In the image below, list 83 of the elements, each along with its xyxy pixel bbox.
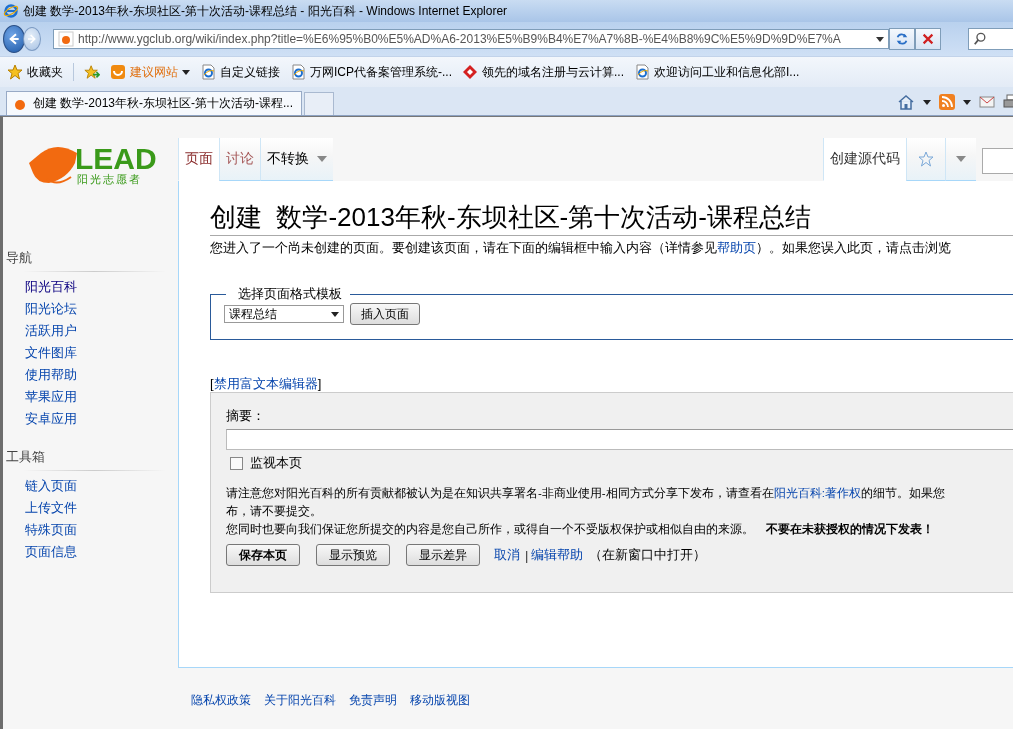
star-icon xyxy=(917,151,935,167)
sidebar-link[interactable]: 使用帮助 xyxy=(3,364,178,386)
caret-icon xyxy=(956,156,966,162)
edit-help-link[interactable]: 编辑帮助 xyxy=(531,546,584,564)
address-field[interactable]: http://www.ygclub.org/wiki/index.php?title=%E6%95%B0%E5%AD%A6-2013%E5%B9%B4%E7%A7%8B-%E4%B8%9C%E5%9D%9D%E7%A xyxy=(53,29,889,49)
search-icon xyxy=(973,32,987,46)
close-icon xyxy=(921,32,935,46)
stop-button[interactable] xyxy=(915,28,941,50)
form-button[interactable]: 保存本页 xyxy=(226,544,300,566)
diamond-icon xyxy=(462,64,478,80)
sidebar-link[interactable]: 安卓应用 xyxy=(3,408,178,430)
page-icon xyxy=(200,64,216,80)
cancel-link[interactable]: 取消 xyxy=(494,546,520,564)
new-window-note: （在新窗口中打开） xyxy=(589,546,707,564)
footer-link[interactable]: 移动版视图 xyxy=(410,692,470,709)
refresh-icon xyxy=(895,32,909,46)
favorite-link[interactable]: 欢迎访问工业和信息化部I... xyxy=(634,63,800,81)
star-icon xyxy=(7,64,23,80)
sidebar-link[interactable]: 苹果应用 xyxy=(3,386,178,408)
template-legend: 选择页面格式模板 xyxy=(226,285,350,303)
form-button[interactable]: 显示差异 xyxy=(406,544,480,566)
summary-input[interactable] xyxy=(226,429,1013,450)
separator: | xyxy=(525,547,529,563)
template-select[interactable]: 课程总结 xyxy=(224,305,344,323)
sidebar-link[interactable]: 上传文件 xyxy=(3,497,178,519)
search-field[interactable] xyxy=(982,148,1013,174)
sidebar-link[interactable]: 链入页面 xyxy=(3,475,178,497)
add-star-icon[interactable] xyxy=(84,64,100,80)
sidebar-heading: 导航 xyxy=(5,249,33,267)
license-notice-continued: 布，请不要提交。 xyxy=(226,504,323,519)
view-tab[interactable]: 创建源代码 xyxy=(823,138,906,181)
favorite-link[interactable]: 万网ICP代备案管理系统-... xyxy=(290,63,452,81)
back-button[interactable] xyxy=(3,25,25,53)
page-heading: 创建 数学-2013年秋-东坝社区-第十次活动-课程总结 xyxy=(210,199,1013,236)
favorite-link[interactable]: 自定义链接 xyxy=(200,63,280,81)
page-tab[interactable]: 页面 xyxy=(178,138,219,181)
sidebar-heading: 工具箱 xyxy=(5,448,46,466)
more-menu[interactable] xyxy=(945,138,976,181)
footer-link[interactable]: 关于阳光百科 xyxy=(264,692,336,709)
page-icon xyxy=(290,64,306,80)
sidebar-link[interactable]: 文件图库 xyxy=(3,342,178,364)
refresh-button[interactable] xyxy=(889,28,915,50)
page-tab[interactable]: 讨论 xyxy=(219,138,260,181)
sidebar-link[interactable]: 活跃用户 xyxy=(3,320,178,342)
rss-icon[interactable] xyxy=(939,94,955,110)
bracket: [ xyxy=(210,376,214,391)
summary-label: 摘要： xyxy=(226,407,266,425)
page-icon xyxy=(634,64,651,80)
home-icon[interactable] xyxy=(897,94,915,110)
smile-tile-icon xyxy=(110,64,126,80)
intro-text: 您进入了一个尚未创建的页面。要创建该页面，请在下面的编辑框中输入内容（详情参见帮助页）。如果您误入此页，请点击浏览 xyxy=(210,239,952,257)
sidebar-link[interactable]: 页面信息 xyxy=(3,541,178,563)
bracket: ] xyxy=(317,376,322,391)
sidebar-link[interactable]: 阳光百科 xyxy=(3,276,178,298)
insert-page-button[interactable]: 插入页面 xyxy=(350,303,420,325)
mail-icon[interactable] xyxy=(979,94,995,110)
watch-star-button[interactable] xyxy=(906,138,945,181)
caret-icon[interactable] xyxy=(963,99,971,105)
form-button[interactable]: 显示预览 xyxy=(316,544,390,566)
window-title: 创建 数学-2013年秋-东坝社区-第十次活动-课程总结 - 阳光百科 - Windows Internet Explorer xyxy=(23,2,508,20)
sidebar-link[interactable]: 阳光论坛 xyxy=(3,298,178,320)
license-notice: 请注意您对阳光百科的所有贡献都被认为是在知识共享署名-非商业使用-相同方式分享下发布，请查看在阳光百科:著作权的细节。如果您 xyxy=(226,486,946,501)
url-text: http://www.ygclub.org/wiki/index.php?title=%E6%95%B0%E5%AD%A6-2013%E5%B9%B4%E7%A7%8B-%E4%B8%9C%E5%9D%9D%E7%A xyxy=(78,32,842,46)
caret-icon xyxy=(331,311,339,317)
browser-tab[interactable]: 创建 数学-2013年秋-东坝社区-第十次活动-课程... xyxy=(6,91,302,115)
copyright-link[interactable]: 阳光百科:著作权 xyxy=(773,487,861,499)
favorites-button[interactable]: 收藏夹 xyxy=(7,63,63,81)
sidebar-link[interactable]: 特殊页面 xyxy=(3,519,178,541)
caret-icon[interactable] xyxy=(876,36,884,42)
forward-button[interactable] xyxy=(23,27,41,51)
help-link[interactable]: 帮助页 xyxy=(717,240,756,255)
favorite-link[interactable]: 领先的域名注册与云计算... xyxy=(462,63,625,81)
caret-icon xyxy=(317,156,327,162)
caret-icon xyxy=(182,69,190,75)
globe-icon xyxy=(3,3,19,19)
footer-link[interactable]: 免责声明 xyxy=(349,692,397,709)
warning-text: 您同时也要向我们保证您所提交的内容是您自己所作，或得自一个不受版权保护或相似自由的来源。 不要在未获授权的情况下发表！ xyxy=(226,522,935,537)
variant-menu[interactable]: 不转换 xyxy=(260,138,333,181)
watch-checkbox[interactable] xyxy=(230,456,243,470)
watch-label[interactable]: 监视本页 xyxy=(250,454,302,472)
caret-icon[interactable] xyxy=(923,99,931,105)
footer-link[interactable]: 隐私权政策 xyxy=(191,692,251,709)
logo: LEAD 阳光志愿者 xyxy=(27,139,157,189)
